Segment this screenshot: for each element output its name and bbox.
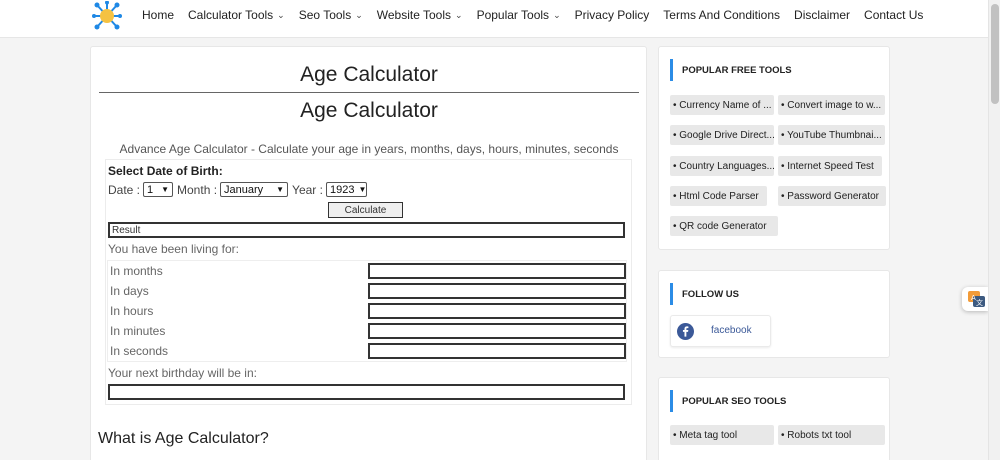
date-label: Date : — [108, 182, 141, 197]
tool-link[interactable]: • Internet Speed Test — [778, 156, 882, 176]
months-output[interactable] — [368, 263, 626, 279]
next-birthday-output[interactable] — [108, 384, 625, 400]
days-output[interactable] — [368, 283, 626, 299]
result-label: In seconds — [110, 344, 169, 358]
result-box: Result — [108, 222, 625, 238]
select-dob-label: Select Date of Birth: — [108, 164, 223, 178]
year-value: 1923 — [329, 183, 355, 196]
next-birthday-label: Your next birthday will be in: — [108, 366, 257, 380]
page-scrollbar[interactable] — [988, 0, 1000, 460]
calculator-heading: Age Calculator — [300, 99, 438, 122]
nav-label: Popular Tools — [476, 8, 550, 22]
living-for-label: You have been living for: — [108, 242, 239, 256]
year-label: Year : — [292, 182, 323, 197]
tool-link[interactable]: • QR code Generator — [670, 216, 778, 236]
calculate-button[interactable]: Calculate — [328, 202, 403, 218]
dob-row: Date : 1 ▼ Month : January ▼ Year : 1923 ▼ — [108, 182, 371, 197]
result-row-minutes: In minutes — [108, 321, 628, 341]
translate-icon: A 文 — [968, 291, 985, 307]
seconds-output[interactable] — [368, 343, 626, 359]
minutes-output[interactable] — [368, 323, 626, 339]
chevron-down-icon: ⌄ — [277, 9, 285, 20]
nav-website-tools[interactable]: Website Tools ⌄ — [377, 8, 463, 22]
result-rows: In months In days In hours In minutes In… — [107, 260, 627, 362]
chevron-down-icon: ▼ — [358, 185, 367, 194]
scrollbar-thumb[interactable] — [991, 4, 999, 104]
nav-label: Seo Tools — [298, 8, 352, 22]
main-nav: Home Calculator Tools ⌄ Seo Tools ⌄ Websit… — [142, 0, 937, 30]
tool-link[interactable]: • Meta tag tool — [670, 425, 774, 445]
result-label: In days — [110, 284, 149, 298]
nav-home[interactable]: Home — [142, 8, 174, 22]
section-heading: What is Age Calculator? — [98, 430, 269, 447]
card-title: POPULAR FREE TOOLS — [670, 59, 792, 81]
facebook-label: facebook — [711, 325, 752, 336]
facebook-icon — [677, 323, 694, 340]
nav-seo-tools[interactable]: Seo Tools ⌄ — [299, 8, 363, 22]
month-select[interactable]: January ▼ — [220, 182, 289, 197]
facebook-link[interactable]: facebook — [670, 315, 771, 347]
date-select[interactable]: 1 ▼ — [143, 182, 174, 197]
nav-label: Website Tools — [376, 8, 452, 22]
svg-text:文: 文 — [976, 298, 983, 307]
year-select[interactable]: 1923 ▼ — [325, 182, 367, 197]
card-title: POPULAR SEO TOOLS — [670, 390, 786, 412]
tool-link[interactable]: • Country Languages... — [670, 156, 774, 176]
age-calculator-form: Select Date of Birth: Date : 1 ▼ Month : … — [105, 159, 632, 405]
nav-label: Contact Us — [864, 8, 924, 22]
hours-output[interactable] — [368, 303, 626, 319]
follow-us-card: FOLLOW US facebook — [658, 270, 890, 358]
chevron-down-icon: ▼ — [276, 185, 285, 194]
nav-label: Calculator Tools — [188, 8, 274, 22]
result-row-days: In days — [108, 281, 628, 301]
chevron-down-icon: ⌄ — [553, 9, 561, 20]
nav-label: Terms And Conditions — [663, 8, 781, 22]
tool-link[interactable]: • Currency Name of ... — [670, 95, 774, 115]
chevron-down-icon: ⌄ — [455, 9, 463, 20]
site-header: Home Calculator Tools ⌄ Seo Tools ⌄ Websit… — [0, 0, 1000, 38]
site-logo-icon[interactable] — [92, 1, 122, 31]
nav-label: Privacy Policy — [574, 8, 650, 22]
result-label: In minutes — [110, 324, 166, 338]
nav-terms[interactable]: Terms And Conditions — [663, 8, 780, 22]
title-divider — [99, 92, 639, 93]
calculator-subtitle: Advance Age Calculator - Calculate your … — [119, 142, 619, 156]
translate-widget[interactable]: A 文 — [962, 287, 988, 311]
date-value: 1 — [147, 183, 154, 196]
tool-link[interactable]: • Html Code Parser — [670, 186, 767, 206]
result-row-months: In months — [108, 261, 628, 281]
tool-link[interactable]: • YouTube Thumbnai... — [778, 125, 885, 145]
popular-free-tools-card: POPULAR FREE TOOLS • Currency Name of ..… — [658, 46, 890, 250]
chevron-down-icon: ⌄ — [355, 9, 363, 20]
month-label: Month : — [177, 182, 218, 197]
nav-label: Disclaimer — [794, 8, 851, 22]
main-content-card: Age Calculator Age Calculator Advance Ag… — [90, 46, 647, 460]
nav-popular-tools[interactable]: Popular Tools ⌄ — [477, 8, 561, 22]
card-title: FOLLOW US — [670, 283, 739, 305]
page-title: Age Calculator — [300, 63, 438, 86]
result-row-hours: In hours — [108, 301, 628, 321]
nav-privacy-policy[interactable]: Privacy Policy — [575, 8, 650, 22]
result-label: In months — [110, 264, 163, 278]
nav-calculator-tools[interactable]: Calculator Tools ⌄ — [188, 8, 285, 22]
tool-link[interactable]: • Robots txt tool — [778, 425, 885, 445]
nav-label: Home — [142, 8, 175, 22]
result-row-seconds: In seconds — [108, 341, 628, 361]
nav-contact-us[interactable]: Contact Us — [864, 8, 923, 22]
popular-seo-tools-card: POPULAR SEO TOOLS • Meta tag tool • Robo… — [658, 377, 890, 460]
month-value: January — [224, 183, 264, 196]
tool-link[interactable]: • Convert image to w... — [778, 95, 885, 115]
nav-disclaimer[interactable]: Disclaimer — [794, 8, 850, 22]
chevron-down-icon: ▼ — [161, 185, 170, 194]
tool-link[interactable]: • Password Generator — [778, 186, 886, 206]
result-label: In hours — [110, 304, 154, 318]
tool-link[interactable]: • Google Drive Direct... — [670, 125, 774, 145]
